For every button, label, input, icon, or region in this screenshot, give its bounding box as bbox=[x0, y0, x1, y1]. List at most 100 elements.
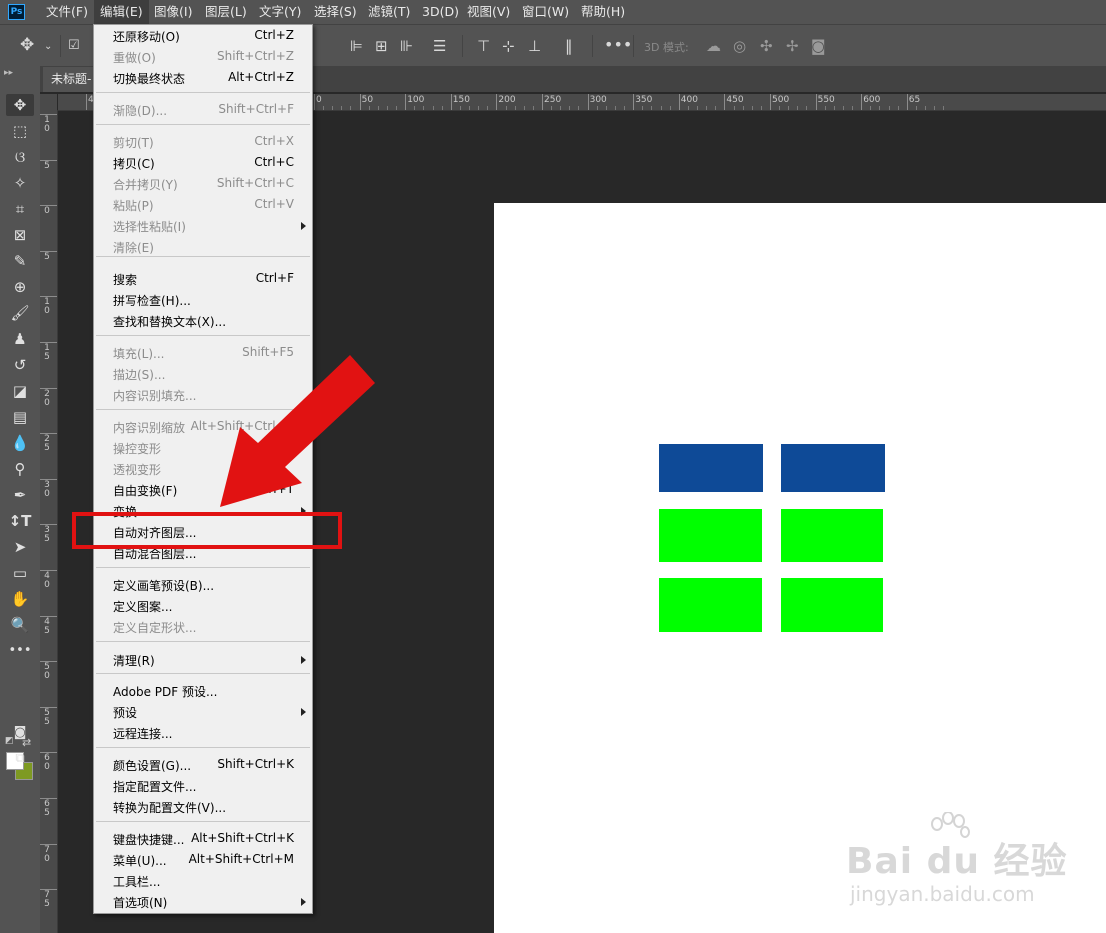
menu-item[interactable]: 转换为配置文件(V)... bbox=[94, 797, 312, 818]
screen-mode-icon[interactable]: ⧉ bbox=[6, 748, 34, 770]
3d-slide-icon[interactable]: ✢ bbox=[786, 38, 799, 54]
ruler-label: 1 0 bbox=[44, 297, 50, 317]
distribute-vertical-icon[interactable]: ‖ bbox=[565, 38, 573, 54]
menu-item-label: Adobe PDF 预设... bbox=[113, 685, 218, 699]
photoshop-logo: Ps bbox=[8, 4, 25, 20]
menu-separator bbox=[96, 92, 310, 93]
menu-window[interactable]: 窗口(W) bbox=[516, 0, 575, 24]
menu-item[interactable]: 工具栏... bbox=[94, 871, 312, 892]
magic-wand-tool-icon[interactable]: ✧ bbox=[6, 172, 34, 194]
menu-item[interactable]: 键盘快捷键... Alt+Shift+Ctrl+K bbox=[94, 829, 312, 850]
menu-item-label: 指定配置文件... bbox=[113, 780, 197, 794]
rectangle-tool-icon[interactable]: ▭ bbox=[6, 562, 34, 584]
menu-item-shortcut: Ctrl+V bbox=[254, 197, 294, 211]
crop-tool-icon[interactable]: ⌗ bbox=[6, 198, 34, 220]
menu-item[interactable]: 拷贝(C) Ctrl+C bbox=[94, 153, 312, 174]
menu-item-label: 转换为配置文件(V)... bbox=[113, 801, 227, 815]
more-options-icon[interactable]: ••• bbox=[604, 37, 632, 53]
align-top-icon[interactable]: ⊤ bbox=[477, 38, 490, 54]
type-tool-icon[interactable]: ↕T bbox=[6, 510, 34, 532]
chevron-down-icon[interactable]: ⌄ bbox=[44, 39, 52, 55]
document-canvas[interactable] bbox=[494, 203, 1106, 933]
menu-filter[interactable]: 滤镜(T) bbox=[362, 0, 416, 24]
menu-item[interactable]: 定义画笔预设(B)... bbox=[94, 575, 312, 596]
path-selection-tool-icon[interactable]: ➤ bbox=[6, 536, 34, 558]
move-tool-icon[interactable]: ✥ bbox=[20, 37, 34, 54]
frame-tool-icon[interactable]: ⊠ bbox=[6, 224, 34, 246]
eraser-tool-icon[interactable]: ◪ bbox=[6, 380, 34, 402]
ruler-minor-tick bbox=[569, 106, 571, 110]
eyedropper-tool-icon[interactable]: ✎ bbox=[6, 250, 34, 272]
ruler-minor-tick bbox=[441, 106, 443, 110]
auto-select-checkbox[interactable]: ☑ bbox=[68, 38, 80, 54]
move-tool-icon[interactable]: ✥ bbox=[6, 94, 34, 116]
ruler-minor-tick bbox=[915, 106, 917, 110]
align-right-icon[interactable]: ⊪ bbox=[400, 38, 413, 54]
align-hcenter-icon[interactable]: ⊞ bbox=[375, 38, 388, 54]
menu-item-label: 远程连接... bbox=[113, 727, 173, 741]
align-bottom-icon[interactable]: ⊥ bbox=[528, 38, 541, 54]
pen-tool-icon[interactable]: ✒ bbox=[6, 484, 34, 506]
menu-item[interactable]: 清理(R) bbox=[94, 650, 312, 671]
menu-help[interactable]: 帮助(H) bbox=[575, 0, 631, 24]
menu-item[interactable]: 切换最终状态 Alt+Ctrl+Z bbox=[94, 68, 312, 89]
menu-item[interactable]: 菜单(U)... Alt+Shift+Ctrl+M bbox=[94, 850, 312, 871]
history-brush-tool-icon[interactable]: ↺ bbox=[6, 354, 34, 376]
brush-tool-icon[interactable]: 🖌 bbox=[6, 302, 34, 324]
ruler-minor-tick bbox=[459, 106, 461, 110]
menu-layer[interactable]: 图层(L) bbox=[199, 0, 253, 24]
marquee-tool-icon[interactable]: ⬚ bbox=[6, 120, 34, 142]
align-vcenter-icon[interactable]: ⊹ bbox=[502, 38, 515, 54]
menu-edit[interactable]: 编辑(E) bbox=[94, 0, 149, 24]
align-left-icon[interactable]: ⊫ bbox=[350, 38, 363, 54]
panel-grip-icon[interactable]: ▸▸ bbox=[4, 68, 13, 78]
clone-stamp-tool-icon[interactable]: ♟ bbox=[6, 328, 34, 350]
vertical-ruler[interactable]: 1 0 5 0 5 1 0 1 5 2 0 2 5 3 0 3 5 4 0 4 5 5 0 5 5 6 0 6… bbox=[40, 110, 58, 933]
menu-view[interactable]: 视图(V) bbox=[461, 0, 516, 24]
ruler-minor-tick bbox=[432, 106, 434, 110]
menu-image[interactable]: 图像(I) bbox=[148, 0, 198, 24]
menu-type[interactable]: 文字(Y) bbox=[253, 0, 307, 24]
healing-brush-tool-icon[interactable]: ⊕ bbox=[6, 276, 34, 298]
menu-item[interactable]: 拼写检查(H)... bbox=[94, 290, 312, 311]
menu-item[interactable]: 定义图案... bbox=[94, 596, 312, 617]
ruler-label: 7 0 bbox=[44, 844, 50, 864]
menu-item-label: 切换最终状态 bbox=[113, 72, 186, 86]
menu-item[interactable]: 还原移动(O) Ctrl+Z bbox=[94, 26, 312, 47]
edit-toolbar-icon[interactable]: ••• bbox=[6, 640, 34, 662]
lasso-tool-icon[interactable]: ଓ bbox=[6, 146, 34, 168]
hand-tool-icon[interactable]: ✋ bbox=[6, 588, 34, 610]
menu-3d[interactable]: 3D(D) bbox=[416, 0, 465, 24]
menu-item[interactable]: 预设 bbox=[94, 702, 312, 723]
gradient-tool-icon[interactable]: ▤ bbox=[6, 406, 34, 428]
menu-file[interactable]: 文件(F) bbox=[40, 0, 94, 24]
ruler-minor-tick bbox=[614, 106, 616, 110]
distribute-horizontal-icon[interactable]: ☰ bbox=[433, 38, 446, 54]
menu-item[interactable]: Adobe PDF 预设... bbox=[94, 681, 312, 702]
watermark-logo-text: Bai du 经验 bbox=[846, 841, 1068, 882]
menu-item[interactable]: 查找和替换文本(X)... bbox=[94, 311, 312, 332]
menu-item-label: 剪切(T) bbox=[113, 136, 154, 150]
ruler-minor-tick bbox=[806, 106, 808, 110]
blur-tool-icon[interactable]: 💧 bbox=[6, 432, 34, 454]
menu-separator bbox=[96, 747, 310, 748]
ruler-minor-tick bbox=[687, 106, 689, 110]
menu-item[interactable]: 首选项(N) bbox=[94, 892, 312, 913]
3d-orbit-icon[interactable]: ☁ bbox=[706, 38, 721, 54]
menu-item: 选择性粘贴(I) bbox=[94, 216, 312, 237]
menu-item: 清除(E) bbox=[94, 237, 312, 258]
dodge-tool-icon[interactable]: ⚲ bbox=[6, 458, 34, 480]
quick-mask-icon[interactable]: ◙ bbox=[6, 722, 34, 744]
3d-pan-icon[interactable]: ✣ bbox=[760, 38, 773, 54]
ruler-label: 2 0 bbox=[44, 388, 50, 408]
menu-item[interactable]: 远程连接... bbox=[94, 723, 312, 744]
zoom-tool-icon[interactable]: 🔍 bbox=[6, 614, 34, 636]
menu-separator bbox=[96, 641, 310, 642]
menu-item[interactable]: 指定配置文件... bbox=[94, 776, 312, 797]
3d-camera-icon[interactable]: ◙ bbox=[811, 38, 826, 54]
3d-roll-icon[interactable]: ◎ bbox=[733, 38, 746, 54]
menu-item[interactable]: 颜色设置(G)... Shift+Ctrl+K bbox=[94, 755, 312, 776]
menu-select[interactable]: 选择(S) bbox=[308, 0, 363, 24]
ruler-minor-tick bbox=[888, 106, 890, 110]
menu-item[interactable]: 搜索 Ctrl+F bbox=[94, 269, 312, 290]
